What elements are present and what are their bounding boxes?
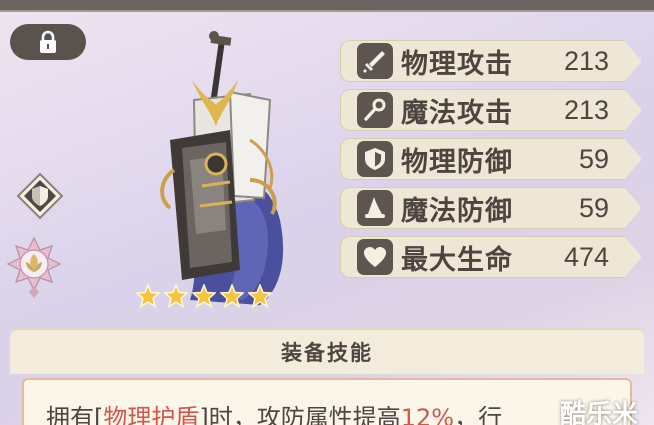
desc-keyword: 物理护盾 xyxy=(103,404,200,425)
skill-description: 拥有[物理护盾]时，攻防属性提高12%，行 xyxy=(22,378,632,425)
stat-row-max-hp: 最大生命 474 xyxy=(340,236,642,278)
sword-icon xyxy=(357,43,393,79)
lock-icon xyxy=(40,30,56,53)
equipment-skills-header: 装备技能 xyxy=(10,328,644,374)
stat-row-magic-attack: 魔法攻击 213 xyxy=(340,89,642,131)
desc-text: ，行 xyxy=(454,404,503,425)
star-icon xyxy=(164,284,188,308)
star-icon xyxy=(136,284,160,308)
section-title: 装备技能 xyxy=(281,341,373,365)
top-frame xyxy=(0,0,654,12)
star-icon xyxy=(248,284,272,308)
star-icon xyxy=(220,284,244,308)
stat-label: 魔法防御 xyxy=(401,195,513,227)
desc-percent: 12% xyxy=(400,404,455,425)
stat-label: 物理防御 xyxy=(401,146,513,178)
desc-text: ]时，攻防属性提高 xyxy=(199,404,401,425)
stat-value: 213 xyxy=(563,45,609,76)
stat-label: 最大生命 xyxy=(401,244,513,276)
stat-label: 物理攻击 xyxy=(401,48,513,80)
lock-button[interactable] xyxy=(10,24,86,60)
stat-label: 魔法攻击 xyxy=(401,97,513,129)
desc-text: 拥有[ xyxy=(46,404,104,425)
stat-value: 474 xyxy=(563,241,609,272)
equipment-artwork xyxy=(160,31,284,305)
watermark: 酷乐米 xyxy=(560,400,639,425)
stat-value: 59 xyxy=(578,192,609,223)
stat-row-physical-attack: 物理攻击 213 xyxy=(340,40,642,82)
heart-icon xyxy=(357,239,393,275)
stat-row-magic-defense: 魔法防御 59 xyxy=(340,187,642,229)
stat-value: 213 xyxy=(563,94,609,125)
defense-type-icon[interactable] xyxy=(16,172,64,220)
star-icon xyxy=(192,284,216,308)
star-rating xyxy=(136,284,272,308)
magic-staff-icon xyxy=(357,92,393,128)
wizard-hat-icon xyxy=(357,190,393,226)
stat-value: 59 xyxy=(578,143,609,174)
skill-emblem-icon[interactable] xyxy=(6,236,62,298)
stat-list: 物理攻击 213 魔法攻击 213 物理防御 59 魔法防御 59 最大生命 4… xyxy=(340,40,642,285)
stat-row-physical-defense: 物理防御 59 xyxy=(340,138,642,180)
shield-icon xyxy=(357,141,393,177)
